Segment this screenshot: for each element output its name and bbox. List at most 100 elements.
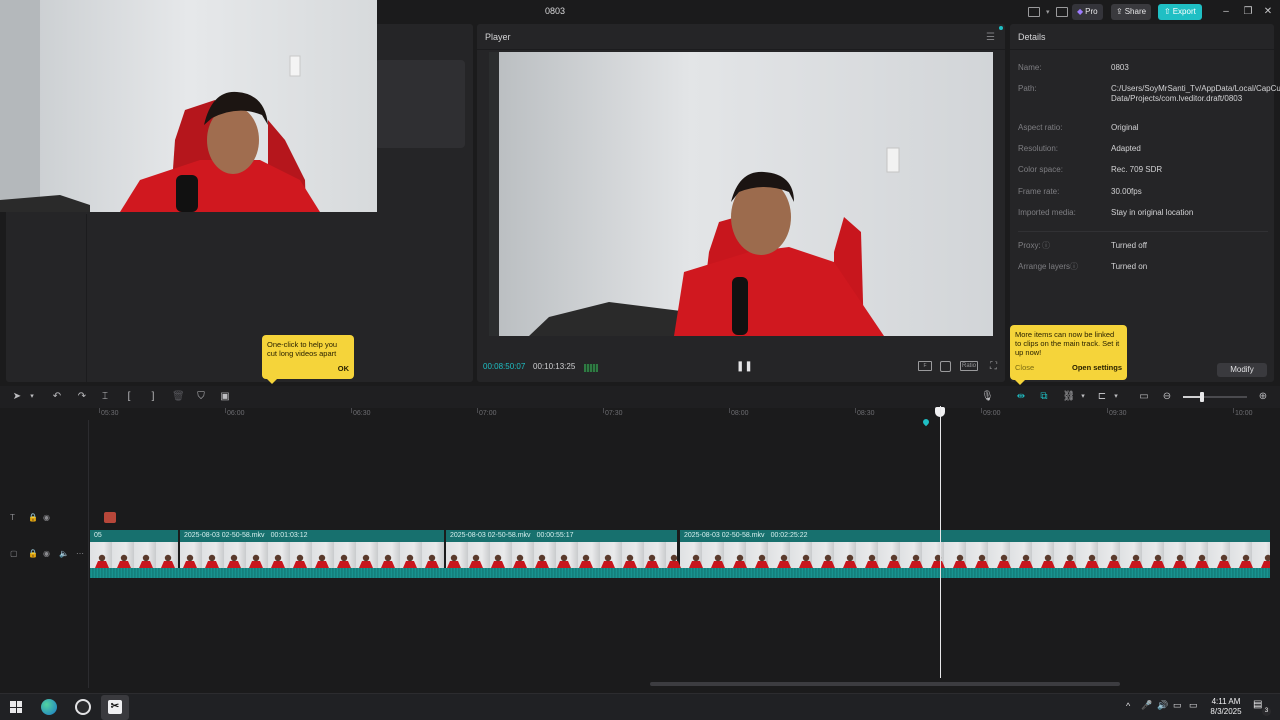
auto-snap-icon[interactable]: ⧉ (1037, 391, 1051, 403)
thumbnail-figure-head (736, 554, 744, 562)
ruler-tick (729, 408, 730, 413)
lock-icon[interactable]: 🔒 (28, 513, 38, 522)
pause-icon[interactable]: ❚❚ (736, 361, 753, 372)
redo-icon[interactable]: ↷ (76, 391, 88, 403)
link-icon[interactable]: ⛓ (1062, 391, 1076, 403)
clip-header[interactable]: 2025-08-03 02-50-58.mkv 00:02:25:22 (680, 530, 1270, 542)
thumbnail-figure-head (230, 554, 238, 562)
notification-icon[interactable]: ▤ (1253, 699, 1262, 710)
thumbnail-figure-head (758, 554, 766, 562)
link-close-button[interactable]: Close (1015, 363, 1034, 372)
lock-icon[interactable]: 🔒 (28, 549, 38, 558)
cover-icon[interactable]: ▢ (10, 549, 18, 558)
zoom-slider-handle[interactable] (1200, 392, 1204, 402)
thumbnail-figure-head (1088, 554, 1096, 562)
chevron-down-icon[interactable]: ▾ (26, 391, 38, 403)
audio-waveform (90, 568, 1270, 578)
capcut-taskbar-button[interactable]: ✂ (101, 695, 129, 720)
close-icon[interactable]: ✕ (1261, 5, 1275, 19)
thumbnail-figure (117, 561, 131, 568)
thumbnail-figure-head (494, 554, 502, 562)
export-button[interactable]: ⇧ Export (1158, 4, 1202, 20)
chevron-down-icon[interactable]: ▾ (1110, 391, 1122, 403)
fullres-icon[interactable]: F (918, 361, 932, 371)
capcut-icon: ✂ (108, 700, 122, 714)
open-settings-button[interactable]: Open settings (1072, 363, 1122, 372)
zoom-slider[interactable] (1183, 392, 1247, 402)
clip-name: 05 (94, 532, 102, 539)
thumbnail-figure (1173, 561, 1187, 568)
main-track-magnet-icon[interactable]: ⇹ (1014, 391, 1028, 403)
split-icon[interactable]: ⌶ (99, 391, 111, 403)
restore-icon[interactable]: ❐ (1241, 5, 1255, 19)
modify-button[interactable]: Modify (1217, 363, 1267, 377)
webcam-frame (0, 0, 377, 212)
thumbnail-figure (1019, 561, 1033, 568)
layout-icon[interactable] (1028, 7, 1040, 17)
clip-header[interactable]: 2025-08-03 02-50-58.mkv 00:01:03:12 (180, 530, 444, 542)
windows-start-icon[interactable] (10, 701, 22, 713)
clock[interactable]: 4:11 AM 8/3/2025 (1205, 697, 1247, 717)
thumbnail-figure (843, 561, 857, 568)
ruler-label: 08:00 (731, 410, 749, 417)
more-icon[interactable]: ⋯ (76, 549, 84, 558)
tray-chevron-icon[interactable]: ^ (1126, 701, 1130, 711)
preview-axis-icon[interactable]: ⊏ (1095, 391, 1109, 403)
thumbnail-figure (535, 561, 549, 568)
sticker-clip[interactable] (104, 512, 116, 523)
caption-icon[interactable]: ▭ (1137, 391, 1151, 403)
menu-icon[interactable]: ☰ (986, 32, 995, 43)
eye-icon[interactable]: ◉ (43, 513, 50, 522)
obs-icon[interactable] (75, 699, 91, 715)
media-thumbnail[interactable] (375, 60, 465, 148)
zoom-in-icon[interactable]: ⊕ (1257, 391, 1269, 403)
ruler-label: 08:30 (857, 410, 875, 417)
player-viewport[interactable] (489, 52, 993, 336)
info-icon[interactable]: ⓘ (1070, 261, 1078, 272)
thumbnail-figure-head (1132, 554, 1140, 562)
share-button[interactable]: ⇪ Share (1111, 4, 1152, 20)
thumbnail-figure-head (582, 554, 590, 562)
thumbnail-figure (513, 561, 527, 568)
microphone-tray-icon[interactable]: 🎤 (1141, 700, 1152, 711)
detail-key: Color space: (1018, 165, 1063, 174)
thumbnail-figure-head (1198, 554, 1206, 562)
image-icon[interactable]: ▣ (219, 391, 231, 403)
ruler-tick (981, 408, 982, 413)
microphone-icon[interactable]: 🎙 (981, 391, 994, 403)
speaker-icon[interactable]: 🔈 (59, 549, 69, 558)
detail-value: Turned on (1111, 262, 1148, 271)
minimize-icon[interactable]: – (1219, 5, 1233, 19)
undo-icon[interactable]: ↶ (51, 391, 63, 403)
timeline-toolbar: ➤ ▾ ↶ ↷ ⌶ [ ] 🗑 ⛉ ▣ 🎙 ⇹ ⧉ ⛓ ▾ ⊏ ▾ ▭ ⊖ ⊕ (0, 386, 1280, 408)
edge-icon[interactable] (41, 699, 57, 715)
ruler-tick (1233, 408, 1234, 413)
ratio-button[interactable]: Ratio (960, 361, 979, 371)
split-right-icon[interactable]: ] (147, 391, 159, 403)
zoom-out-icon[interactable]: ⊖ (1161, 391, 1173, 403)
pro-button[interactable]: ◆ Pro (1072, 4, 1103, 20)
volume-icon[interactable]: 🔊 (1157, 700, 1168, 711)
eye-icon[interactable]: ◉ (43, 549, 50, 558)
chevron-down-icon[interactable]: ▾ (1077, 391, 1089, 403)
thumbnail-figure-head (648, 554, 656, 562)
delete-icon[interactable]: 🗑 (172, 391, 185, 403)
network-icon[interactable]: ▭ (1173, 700, 1182, 711)
battery-icon[interactable]: ▭ (1189, 700, 1198, 711)
info-icon[interactable]: ⓘ (1042, 240, 1050, 251)
shield-icon[interactable]: ⛉ (195, 391, 207, 403)
cut-ok-button[interactable]: OK (338, 364, 349, 373)
thumbnail-figure (227, 561, 241, 568)
keyboard-icon[interactable] (1055, 7, 1068, 17)
select-icon[interactable]: ➤ (11, 391, 23, 403)
detail-value: Adapted (1111, 144, 1141, 153)
split-left-icon[interactable]: [ (123, 391, 135, 403)
thumbnail-figure (931, 561, 945, 568)
clip-header[interactable]: 2025-08-03 02-50-58.mkv 00:00:55:17 (446, 530, 677, 542)
fullscreen-icon[interactable]: ⛶ (990, 361, 997, 372)
timeline-scrollbar[interactable] (650, 682, 1120, 686)
chevron-down-icon[interactable]: ▾ (1046, 8, 1050, 16)
crop-icon[interactable] (940, 361, 951, 372)
timeline-ruler[interactable]: 05:30 06:00 06:30 07:00 07:30 08:00 08:3… (90, 408, 1280, 420)
clip-header[interactable]: 05 (90, 530, 178, 542)
